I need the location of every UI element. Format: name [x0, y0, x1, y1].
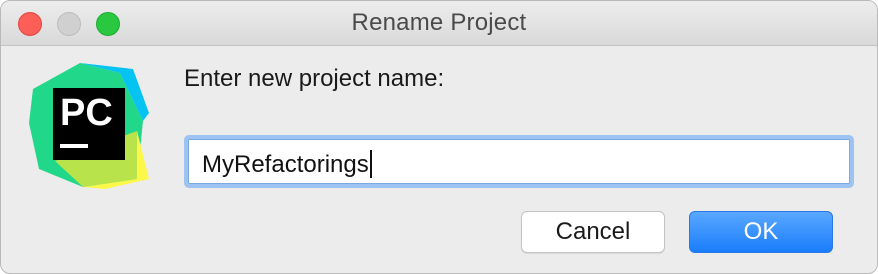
project-name-label: Enter new project name: [184, 65, 445, 92]
project-name-input[interactable]: MyRefactorings [184, 135, 854, 188]
project-name-value[interactable]: MyRefactorings [202, 150, 372, 179]
text-caret [369, 150, 372, 178]
pycharm-icon: PC [29, 63, 149, 189]
window-title: Rename Project [351, 9, 527, 36]
title-bar[interactable]: Rename Project [1, 1, 877, 46]
rename-project-dialog: Rename Project PC Enter new project name… [0, 0, 878, 274]
pycharm-icon-text: PC [60, 92, 113, 134]
ok-button[interactable]: OK [689, 211, 833, 253]
cancel-button[interactable]: Cancel [521, 211, 665, 253]
project-name-text: MyRefactorings [202, 151, 369, 178]
